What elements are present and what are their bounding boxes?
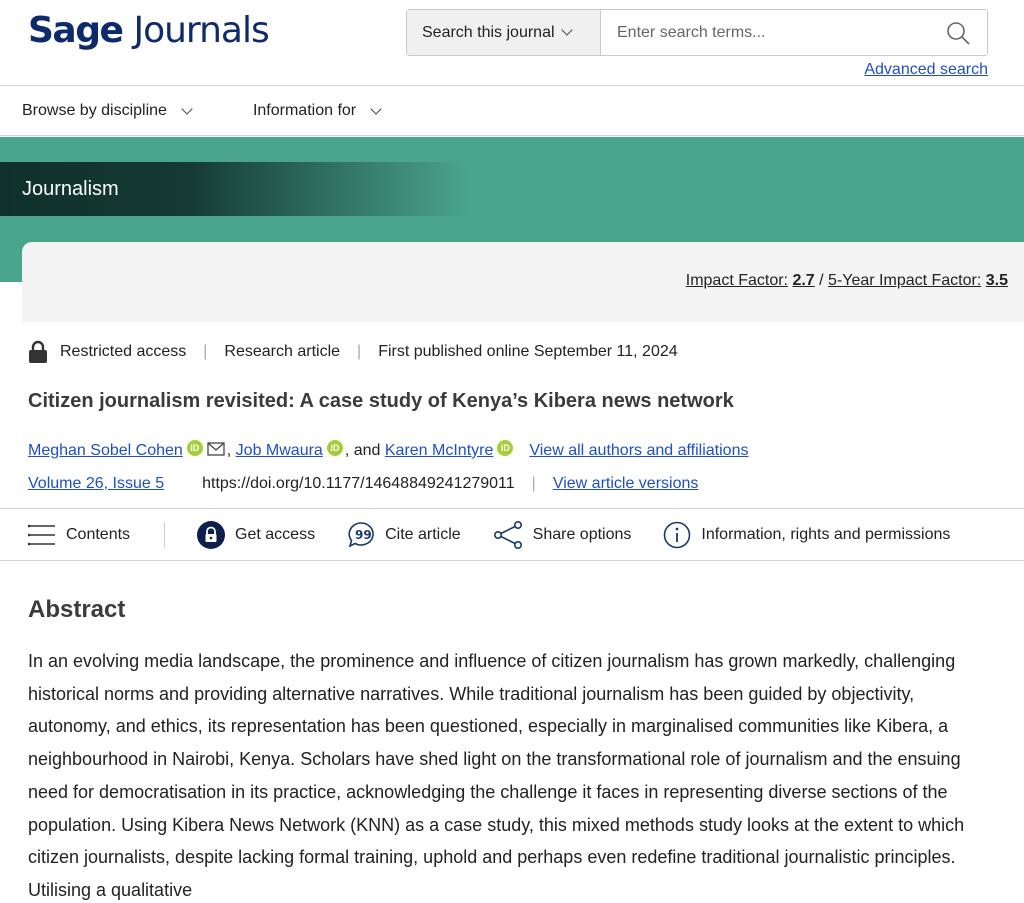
volume-issue-link[interactable]: Volume 26, Issue 5 xyxy=(28,475,164,493)
access-status: Restricted access xyxy=(60,343,187,360)
and-text: and xyxy=(353,442,381,459)
search-icon xyxy=(947,21,970,45)
article-meta: Restricted access | Research article | F… xyxy=(28,340,678,364)
orcid-icon[interactable]: iD xyxy=(186,440,203,456)
separator: | xyxy=(531,475,536,492)
comma: , xyxy=(344,442,354,459)
search-input[interactable] xyxy=(601,10,929,55)
view-all-authors-link[interactable]: View all authors and affiliations xyxy=(529,442,748,460)
separator: | xyxy=(203,343,208,360)
chevron-down-icon xyxy=(560,24,573,36)
nav-browse-by-discipline[interactable]: Browse by discipline xyxy=(22,102,193,120)
sage-journals-logo[interactable]: Sage Journals xyxy=(28,10,270,51)
nav-item-label: Information for xyxy=(252,102,357,119)
menu-lines-icon xyxy=(28,524,56,546)
advanced-search-link[interactable]: Advanced search xyxy=(864,61,988,79)
impact-factor-metrics[interactable]: Impact Factor: 2.7 / 5-Year Impact Facto… xyxy=(686,272,1008,290)
info-icon xyxy=(663,521,691,549)
quote-bubble-icon: 99 xyxy=(347,521,375,549)
article-type: Research article xyxy=(224,343,341,360)
orcid-icon[interactable]: iD xyxy=(326,440,343,456)
contents-button[interactable]: Contents xyxy=(28,524,130,546)
get-access-button[interactable]: Get access xyxy=(197,520,316,549)
search-scope-dropdown[interactable]: Search this journal xyxy=(407,10,601,55)
article-toolbar: Contents Get access 99 Cite article Shar… xyxy=(0,508,1024,561)
published-date: First published online September 11, 202… xyxy=(378,343,678,360)
separator: | xyxy=(357,343,362,360)
cite-article-label: Cite article xyxy=(385,525,461,543)
get-access-label: Get access xyxy=(235,525,316,543)
search-button[interactable] xyxy=(929,10,987,55)
comma: , xyxy=(226,442,236,459)
author-link-meghan-sobel-cohen[interactable]: Meghan Sobel Cohen xyxy=(28,442,183,460)
svg-text:99: 99 xyxy=(355,528,372,542)
impact-factor-label: Impact Factor: xyxy=(685,272,788,289)
share-options-button[interactable]: Share options xyxy=(493,520,632,549)
lock-circle-icon xyxy=(197,520,226,549)
search-scope-label: Search this journal xyxy=(422,23,555,41)
nav-item-label: Browse by discipline xyxy=(22,102,167,119)
logo-word-sage: Sage xyxy=(28,10,124,51)
chevron-down-icon xyxy=(181,102,193,115)
information-rights-label: Information, rights and permissions xyxy=(701,525,951,543)
contents-label: Contents xyxy=(66,525,131,543)
lock-icon xyxy=(28,340,48,364)
share-options-label: Share options xyxy=(532,525,632,543)
logo-word-journals: Journals xyxy=(133,10,269,51)
email-icon[interactable] xyxy=(207,442,225,456)
main-nav: Browse by discipline Information for xyxy=(0,87,1024,136)
toolbar-divider xyxy=(164,521,166,548)
journal-name[interactable]: Journalism xyxy=(0,162,470,216)
abstract-text: In an evolving media landscape, the prom… xyxy=(28,651,965,900)
abstract-heading: Abstract xyxy=(28,596,126,623)
nav-information-for[interactable]: Information for xyxy=(252,102,382,120)
journal-metrics-panel: Impact Factor: 2.7 / 5-Year Impact Facto… xyxy=(22,242,1024,322)
orcid-icon[interactable]: iD xyxy=(497,440,514,456)
site-header: Sage Journals Search this journal Advanc… xyxy=(0,0,1024,86)
doi-text[interactable]: https://doi.org/10.1177/1464884924127901… xyxy=(202,475,515,493)
chevron-down-icon xyxy=(370,102,382,115)
author-list: Meghan Sobel Cohen iD , Job Mwaura iD , … xyxy=(28,440,748,462)
impact-factor-value: 2.7 xyxy=(792,272,815,289)
search-bar: Search this journal xyxy=(406,9,988,56)
journal-name-label: Journalism xyxy=(22,177,119,200)
author-link-karen-mcintyre[interactable]: Karen McIntyre xyxy=(385,442,493,460)
author-link-job-mwaura[interactable]: Job Mwaura xyxy=(236,442,323,460)
information-rights-button[interactable]: Information, rights and permissions xyxy=(663,521,950,549)
five-year-impact-label: 5-Year Impact Factor: xyxy=(828,272,982,289)
cite-article-button[interactable]: 99 Cite article xyxy=(347,521,461,549)
view-article-versions-link[interactable]: View article versions xyxy=(553,475,699,493)
article-title: Citizen journalism revisited: A case stu… xyxy=(28,390,734,412)
share-icon xyxy=(493,520,523,549)
volume-doi-line: Volume 26, Issue 5 https://doi.org/10.11… xyxy=(28,475,698,493)
five-year-impact-value: 3.5 xyxy=(985,272,1008,289)
